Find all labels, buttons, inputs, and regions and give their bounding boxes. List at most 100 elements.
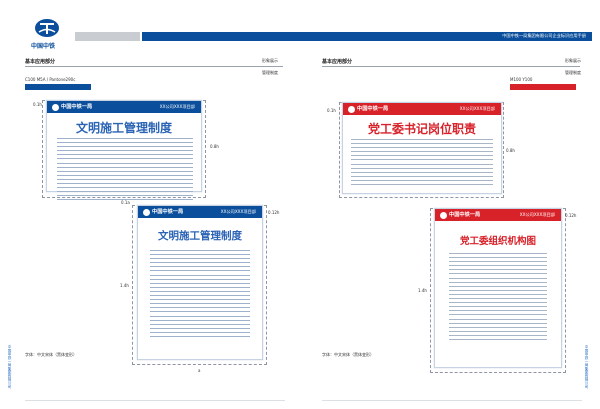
ruled-line bbox=[150, 319, 250, 321]
ruled-line bbox=[351, 139, 493, 140]
left-board-small-title: 文明施工管理制度 bbox=[158, 230, 242, 242]
left-board-large-brand: 中国中铁一局 bbox=[61, 104, 93, 110]
manual-spread: 中国中铁 中国中铁一局集团有限公司企业标识应用手册 基本应用部分 形象展示 管理… bbox=[0, 0, 600, 409]
ruled-line bbox=[449, 257, 547, 259]
ruled-line bbox=[57, 191, 193, 193]
header-blue-bar: 中国中铁一局集团有限公司企业标识应用手册 bbox=[142, 32, 592, 41]
ruled-line bbox=[449, 269, 547, 271]
right-dim-v3: 1.4h bbox=[418, 288, 427, 293]
ruled-line bbox=[57, 170, 193, 172]
ruled-line bbox=[449, 326, 547, 328]
right-board-large-project: XX公司XXX项目部 bbox=[459, 106, 495, 111]
ruled-line bbox=[150, 274, 250, 276]
left-board-small: 中国中铁一局 XX公司XXX项目部 文明施工管理制度 bbox=[137, 205, 263, 360]
ruled-line bbox=[351, 155, 493, 157]
right-section-title: 基本应用部分 bbox=[322, 59, 353, 65]
bottom-rule-left bbox=[25, 400, 285, 401]
left-color-spec: C100 M5A / Pantone290c bbox=[25, 77, 76, 82]
brand-logo-text: 中国中铁 bbox=[31, 43, 56, 50]
right-dim-v4: 0.12h bbox=[565, 213, 577, 218]
left-board-small-project: XX公司XXX项目部 bbox=[220, 209, 256, 214]
brand-mark-icon bbox=[440, 211, 447, 219]
right-board-small-lines bbox=[449, 253, 547, 343]
ruled-line bbox=[449, 273, 547, 275]
ruled-line bbox=[57, 174, 193, 176]
ruled-line bbox=[150, 295, 250, 297]
crcc-logo-icon bbox=[35, 19, 59, 37]
left-dim-v1: 0.1h bbox=[33, 102, 42, 107]
ruled-line bbox=[351, 184, 493, 186]
ruled-line bbox=[150, 258, 250, 260]
ruled-line bbox=[57, 166, 193, 168]
right-board-large: 中国中铁一局 XX公司XXX项目部 党工委书记岗位职责 bbox=[342, 102, 502, 194]
left-category: 形象展示 bbox=[262, 58, 278, 63]
left-dim-v3: 1.4h bbox=[120, 283, 129, 288]
ruled-line bbox=[57, 187, 193, 189]
ruled-line bbox=[57, 146, 193, 148]
ruled-line bbox=[150, 278, 250, 280]
ruled-line bbox=[150, 335, 250, 337]
right-board-small: 中国中铁一局 XX公司XXX项目部 党工委组织机构图 bbox=[434, 208, 562, 368]
right-dim-v1: 0.1h bbox=[327, 108, 336, 113]
ruled-line bbox=[449, 277, 547, 279]
left-dim-v2: 0.8h bbox=[210, 144, 219, 149]
left-board-small-brand: 中国中铁一局 bbox=[152, 209, 184, 215]
left-dim-h2: a bbox=[198, 368, 201, 373]
ruled-line bbox=[351, 147, 493, 149]
ruled-line bbox=[150, 270, 250, 272]
right-board-large-lines bbox=[351, 139, 493, 188]
ruled-line bbox=[449, 314, 547, 316]
ruled-line bbox=[150, 290, 250, 292]
ruled-line bbox=[449, 306, 547, 308]
ruled-line bbox=[351, 175, 493, 177]
ruled-line bbox=[150, 286, 250, 288]
ruled-line bbox=[57, 178, 193, 180]
ruled-line bbox=[57, 150, 193, 152]
ruled-line bbox=[449, 293, 547, 295]
left-section-rule bbox=[25, 66, 283, 67]
ruled-line bbox=[449, 322, 547, 324]
ruled-line bbox=[449, 338, 547, 340]
left-dim-v4: 0.12h bbox=[268, 210, 280, 215]
right-board-large-head: 中国中铁一局 XX公司XXX项目部 bbox=[343, 103, 501, 115]
left-section-title: 基本应用部分 bbox=[25, 59, 56, 65]
ruled-line bbox=[150, 299, 250, 301]
left-board-large-title: 文明施工管理制度 bbox=[75, 121, 172, 135]
right-category: 形象展示 bbox=[565, 58, 581, 63]
left-board-large: 中国中铁一局 XX公司XXX项目部 文明施工管理制度 bbox=[46, 100, 202, 201]
ruled-line bbox=[449, 261, 547, 263]
bottom-rule-right bbox=[322, 400, 582, 401]
ruled-line bbox=[449, 265, 547, 267]
left-board-large-head: 中国中铁一局 XX公司XXX项目部 bbox=[47, 101, 201, 113]
left-font-note: 字体：中文宋体（黑体变形） bbox=[25, 352, 77, 357]
brand-mark-icon bbox=[143, 208, 150, 216]
right-board-small-title: 党工委组织机构图 bbox=[459, 236, 536, 247]
ruled-line bbox=[351, 143, 493, 145]
ruled-line bbox=[449, 302, 547, 304]
ruled-line bbox=[449, 285, 547, 287]
ruled-line bbox=[150, 315, 250, 317]
right-board-small-project: XX公司XXX项目部 bbox=[519, 212, 555, 217]
ruled-line bbox=[150, 323, 250, 325]
ruled-line bbox=[449, 289, 547, 291]
ruled-line bbox=[57, 162, 193, 164]
ruled-line bbox=[351, 167, 493, 169]
left-dim-h1: 0.1a bbox=[121, 200, 130, 205]
ruled-line bbox=[449, 334, 547, 336]
ruled-line bbox=[150, 331, 250, 333]
ruled-line bbox=[57, 183, 193, 185]
right-board-large-title: 党工委书记岗位职责 bbox=[367, 122, 476, 136]
ruled-line bbox=[57, 142, 193, 144]
right-color-spec: M100 Y100 bbox=[510, 77, 533, 82]
ruled-line bbox=[57, 195, 193, 197]
right-section-rule bbox=[322, 66, 580, 67]
left-item: 管理制度 bbox=[262, 70, 278, 75]
ruled-line bbox=[150, 311, 250, 313]
right-item: 管理制度 bbox=[565, 70, 581, 75]
left-board-small-lines bbox=[150, 250, 250, 340]
ruled-line bbox=[449, 330, 547, 332]
ruled-line bbox=[351, 163, 493, 165]
ruled-line bbox=[351, 171, 493, 173]
ruled-line bbox=[351, 151, 493, 153]
brand-logo bbox=[34, 18, 60, 38]
